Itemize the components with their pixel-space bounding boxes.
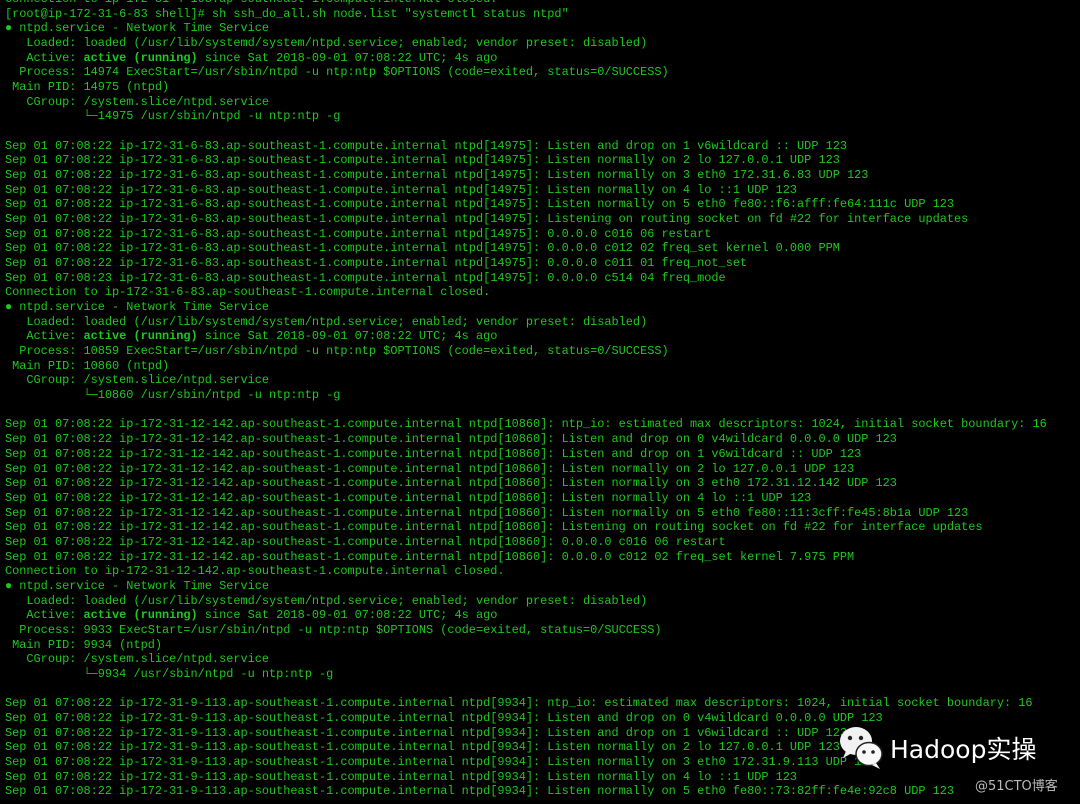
terminal-line: Process: 10859 ExecStart=/usr/sbin/ntpd … <box>5 344 669 359</box>
terminal-line: Connection to ip-172-31-4-103.ap-southea… <box>5 0 1047 7</box>
status-active: active (running) <box>83 608 198 623</box>
terminal-line: CGroup: /system.slice/ntpd.service <box>5 94 270 109</box>
terminal-line: Connection to ip-172-31-6-83.ap-southeas… <box>5 285 491 300</box>
terminal-line: Loaded: loaded (/usr/lib/systemd/system/… <box>5 36 648 51</box>
terminal-line: Sep 01 07:08:22 ip-172-31-6-83.ap-southe… <box>5 212 969 227</box>
terminal-line: Sep 01 07:08:22 ip-172-31-12-142.ap-sout… <box>5 461 855 476</box>
status-active: active (running) <box>83 329 198 344</box>
terminal-line: ● ntpd.service - Network Time Service <box>5 21 270 36</box>
terminal-line: [root@ip-172-31-6-83 shell]# sh ssh_do_a… <box>5 6 569 21</box>
terminal-line: Sep 01 07:08:22 ip-172-31-12-142.ap-sout… <box>5 476 897 491</box>
terminal-line: Sep 01 07:08:22 ip-172-31-6-83.ap-southe… <box>5 182 798 197</box>
terminal-line: Sep 01 07:08:22 ip-172-31-6-83.ap-southe… <box>5 153 840 168</box>
terminal-line: Sep 01 07:08:22 ip-172-31-12-142.ap-sout… <box>5 549 855 564</box>
terminal-line: Sep 01 07:08:22 ip-172-31-6-83.ap-southe… <box>5 197 955 212</box>
terminal-output[interactable]: Connection to ip-172-31-4-103.ap-southea… <box>5 0 1047 799</box>
terminal-line: Sep 01 07:08:22 ip-172-31-12-142.ap-sout… <box>5 505 969 520</box>
terminal-line: ● ntpd.service - Network Time Service <box>5 578 270 593</box>
terminal-line: Sep 01 07:08:22 ip-172-31-12-142.ap-sout… <box>5 520 983 535</box>
terminal-line: CGroup: /system.slice/ntpd.service <box>5 652 270 667</box>
terminal-line: Sep 01 07:08:22 ip-172-31-6-83.ap-southe… <box>5 168 869 183</box>
terminal-line: Sep 01 07:08:22 ip-172-31-6-83.ap-southe… <box>5 256 748 271</box>
watermark: Hadoop实操 @51CTO博客 <box>838 722 1078 802</box>
terminal-line: Sep 01 07:08:22 ip-172-31-6-83.ap-southe… <box>5 226 712 241</box>
status-active: active (running) <box>83 50 198 65</box>
terminal-line: Active: active (running) since Sat 2018-… <box>5 329 1047 344</box>
terminal-line: Sep 01 07:08:22 ip-172-31-12-142.ap-sout… <box>5 490 812 505</box>
terminal-line: Sep 01 07:08:22 ip-172-31-6-83.ap-southe… <box>5 138 847 153</box>
terminal-line: CGroup: /system.slice/ntpd.service <box>5 373 270 388</box>
terminal-line: Connection to ip-172-31-12-142.ap-southe… <box>5 564 505 579</box>
terminal-line: Process: 14974 ExecStart=/usr/sbin/ntpd … <box>5 65 669 80</box>
terminal-line: Sep 01 07:08:22 ip-172-31-12-142.ap-sout… <box>5 446 862 461</box>
line-segment: Active: <box>5 329 84 344</box>
line-segment: since Sat 2018-09-01 07:08:22 UTC; 4s ag… <box>197 608 498 623</box>
terminal-line: Main PID: 10860 (ntpd) <box>5 358 170 373</box>
terminal-line: Sep 01 07:08:22 ip-172-31-12-142.ap-sout… <box>5 432 897 447</box>
watermark-title: Hadoop实操 <box>890 735 1037 764</box>
line-segment: since Sat 2018-09-01 07:08:22 UTC; 4s ag… <box>197 50 498 65</box>
terminal-line: Sep 01 07:08:22 ip-172-31-12-142.ap-sout… <box>5 534 726 549</box>
terminal-line: Active: active (running) since Sat 2018-… <box>5 608 1047 623</box>
line-segment: Active: <box>5 50 84 65</box>
terminal-line: Loaded: loaded (/usr/lib/systemd/system/… <box>5 314 648 329</box>
terminal-line: Process: 9933 ExecStart=/usr/sbin/ntpd -… <box>5 622 662 637</box>
terminal-line: Sep 01 07:08:22 ip-172-31-6-83.ap-southe… <box>5 241 840 256</box>
line-segment: Active: <box>5 608 84 623</box>
terminal-line: Sep 01 07:08:22 ip-172-31-12-142.ap-sout… <box>5 417 1047 432</box>
terminal-line: Sep 01 07:08:23 ip-172-31-6-83.ap-southe… <box>5 270 726 285</box>
terminal-line: ● ntpd.service - Network Time Service <box>5 300 270 315</box>
terminal-line: Main PID: 14975 (ntpd) <box>5 80 170 95</box>
terminal-line: └─14975 /usr/sbin/ntpd -u ntp:ntp -g <box>5 109 341 124</box>
terminal-line: └─10860 /usr/sbin/ntpd -u ntp:ntp -g <box>5 388 341 403</box>
terminal-line: Main PID: 9934 (ntpd) <box>5 637 162 652</box>
terminal-line: Loaded: loaded (/usr/lib/systemd/system/… <box>5 593 648 608</box>
wechat-icon <box>840 727 883 769</box>
line-segment: since Sat 2018-09-01 07:08:22 UTC; 4s ag… <box>197 329 498 344</box>
terminal-line: └─9934 /usr/sbin/ntpd -u ntp:ntp -g <box>5 666 334 681</box>
watermark-source: @51CTO博客 <box>975 779 1058 794</box>
terminal-line: Sep 01 07:08:22 ip-172-31-9-113.ap-south… <box>5 696 1033 711</box>
terminal-line: Active: active (running) since Sat 2018-… <box>5 51 1047 66</box>
